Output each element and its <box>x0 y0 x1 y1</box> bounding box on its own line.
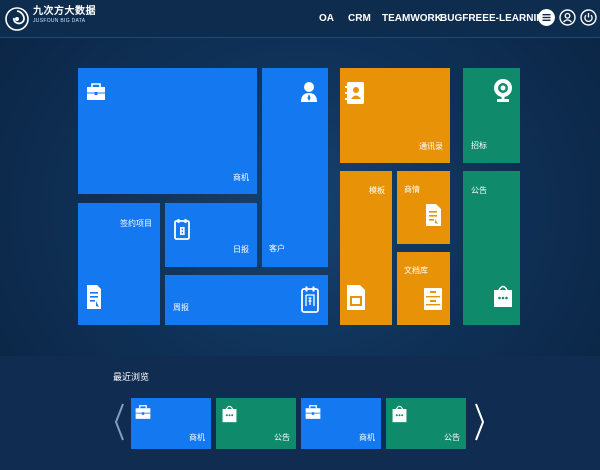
brand-tagline: JUSFOUN BIG DATA <box>33 18 86 24</box>
logo-icon <box>5 7 29 31</box>
tile-weekly-report[interactable]: 周报 <box>165 275 328 325</box>
tile-archive[interactable]: 文档库 <box>397 252 450 325</box>
recent-item[interactable]: 公告 <box>386 398 466 449</box>
tile-announcement[interactable]: 公告 <box>463 171 520 325</box>
brand: 九次方大数据 JUSFOUN BIG DATA <box>33 7 96 24</box>
tile-label: 签约项目 <box>120 219 152 228</box>
tile-label: 通讯录 <box>419 142 443 151</box>
webcam-icon <box>494 79 512 102</box>
nav-oa[interactable]: OA <box>319 13 334 24</box>
recent-item[interactable]: 公告 <box>216 398 296 449</box>
tile-label: 文档库 <box>404 266 428 275</box>
tile-customer[interactable]: 客户 <box>262 68 328 267</box>
tile-business-status[interactable]: 商情 <box>397 171 450 244</box>
tile-label: 日报 <box>233 245 249 254</box>
briefcase-icon <box>135 405 151 419</box>
bag-icon <box>494 285 512 307</box>
recent-item[interactable]: 商机 <box>131 398 211 449</box>
tile-label: 商情 <box>404 185 420 194</box>
recent-section <box>0 356 600 470</box>
weekly-calendar-icon <box>301 286 319 313</box>
menu-icon[interactable] <box>538 9 555 26</box>
cabinet-icon <box>424 288 442 310</box>
nav-bugfree[interactable]: BUGFREE <box>440 13 489 24</box>
chevron-left-icon[interactable] <box>113 402 125 442</box>
briefcase-icon <box>305 405 321 419</box>
recent-item-label: 公告 <box>444 433 460 442</box>
briefcase-icon <box>87 83 105 100</box>
person-icon <box>301 82 317 102</box>
tile-business-opportunity[interactable]: 商机 <box>78 68 257 194</box>
tile-label: 招标 <box>471 141 487 150</box>
tile-daily-report[interactable]: 日报 <box>165 203 257 267</box>
chevron-right-icon[interactable] <box>474 402 486 442</box>
power-icon[interactable] <box>580 9 597 26</box>
recent-item[interactable]: 商机 <box>301 398 381 449</box>
recent-item-label: 商机 <box>359 433 375 442</box>
nav-teamwork[interactable]: TEAMWORK <box>382 13 442 24</box>
bag-icon <box>222 405 237 423</box>
user-icon[interactable] <box>559 9 576 26</box>
tile-label: 公告 <box>471 186 487 195</box>
top-bar: 九次方大数据 JUSFOUN BIG DATA OA CRM TEAMWORK … <box>0 0 600 38</box>
calendar-icon <box>174 219 190 240</box>
bag-icon <box>392 405 407 423</box>
tile-signed-project[interactable]: 签约项目 <box>78 203 160 325</box>
tile-label: 客户 <box>269 244 285 253</box>
sim-card-icon <box>347 285 365 310</box>
tile-template[interactable]: 模板 <box>340 171 392 325</box>
tile-label: 商机 <box>233 173 249 182</box>
nav-crm[interactable]: CRM <box>348 13 371 24</box>
brand-name: 九次方大数据 <box>33 6 96 17</box>
contacts-icon <box>345 82 364 104</box>
recent-item-label: 公告 <box>274 433 290 442</box>
tile-address-book[interactable]: 通讯录 <box>340 68 450 163</box>
report-icon <box>426 204 441 226</box>
recent-title: 最近浏览 <box>113 372 150 382</box>
tile-label: 周报 <box>173 303 189 312</box>
tile-bidding[interactable]: 招标 <box>463 68 520 163</box>
document-icon <box>87 285 101 309</box>
tile-label: 模板 <box>369 186 385 195</box>
recent-item-label: 商机 <box>189 433 205 442</box>
